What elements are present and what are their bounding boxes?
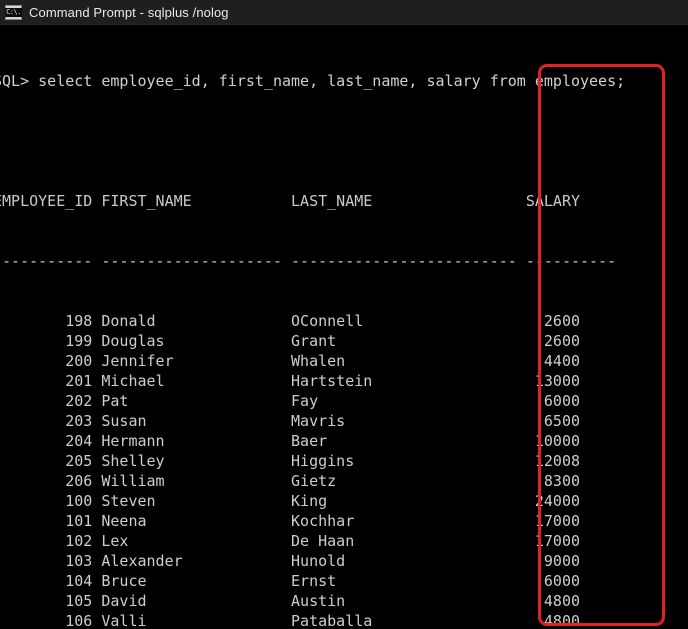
console-icon-glyph: C:\.: [5, 7, 22, 17]
table-row: 205 Shelley Higgins 12008: [0, 452, 580, 470]
terminal-screen: SQL> select employee_id, first_name, las…: [0, 25, 688, 629]
table-row: 102 Lex De Haan 17000: [0, 532, 580, 550]
title-bar[interactable]: C:\. Command Prompt - sqlplus /nolog: [0, 0, 688, 25]
result-rows: 198 Donald OConnell 2600 199 Douglas Gra…: [0, 311, 688, 629]
terminal-output[interactable]: SQL> select employee_id, first_name, las…: [0, 25, 688, 629]
column-rule-line: ----------- -------------------- -------…: [0, 252, 617, 270]
table-row: 101 Neena Kochhar 17000: [0, 512, 580, 530]
table-row: 103 Alexander Hunold 9000: [0, 552, 580, 570]
table-row: 106 Valli Pataballa 4800: [0, 612, 580, 629]
table-row: 206 William Gietz 8300: [0, 472, 580, 490]
sql-prompt-line: SQL> select employee_id, first_name, las…: [0, 72, 626, 90]
table-row: 201 Michael Hartstein 13000: [0, 372, 580, 390]
table-row: 105 David Austin 4800: [0, 592, 580, 610]
table-row: 200 Jennifer Whalen 4400: [0, 352, 580, 370]
command-prompt-window: C:\. Command Prompt - sqlplus /nolog SQL…: [0, 0, 688, 629]
window-title: Command Prompt - sqlplus /nolog: [29, 4, 229, 20]
console-icon[interactable]: C:\.: [5, 4, 22, 20]
table-row: 104 Bruce Ernst 6000: [0, 572, 580, 590]
table-row: 198 Donald OConnell 2600: [0, 312, 580, 330]
table-row: 199 Douglas Grant 2600: [0, 332, 580, 350]
table-row: 203 Susan Mavris 6500: [0, 412, 580, 430]
table-row: 204 Hermann Baer 10000: [0, 432, 580, 450]
column-header-line: EMPLOYEE_ID FIRST_NAME LAST_NAME SALARY: [0, 192, 580, 210]
table-row: 100 Steven King 24000: [0, 492, 580, 510]
table-row: 202 Pat Fay 6000: [0, 392, 580, 410]
